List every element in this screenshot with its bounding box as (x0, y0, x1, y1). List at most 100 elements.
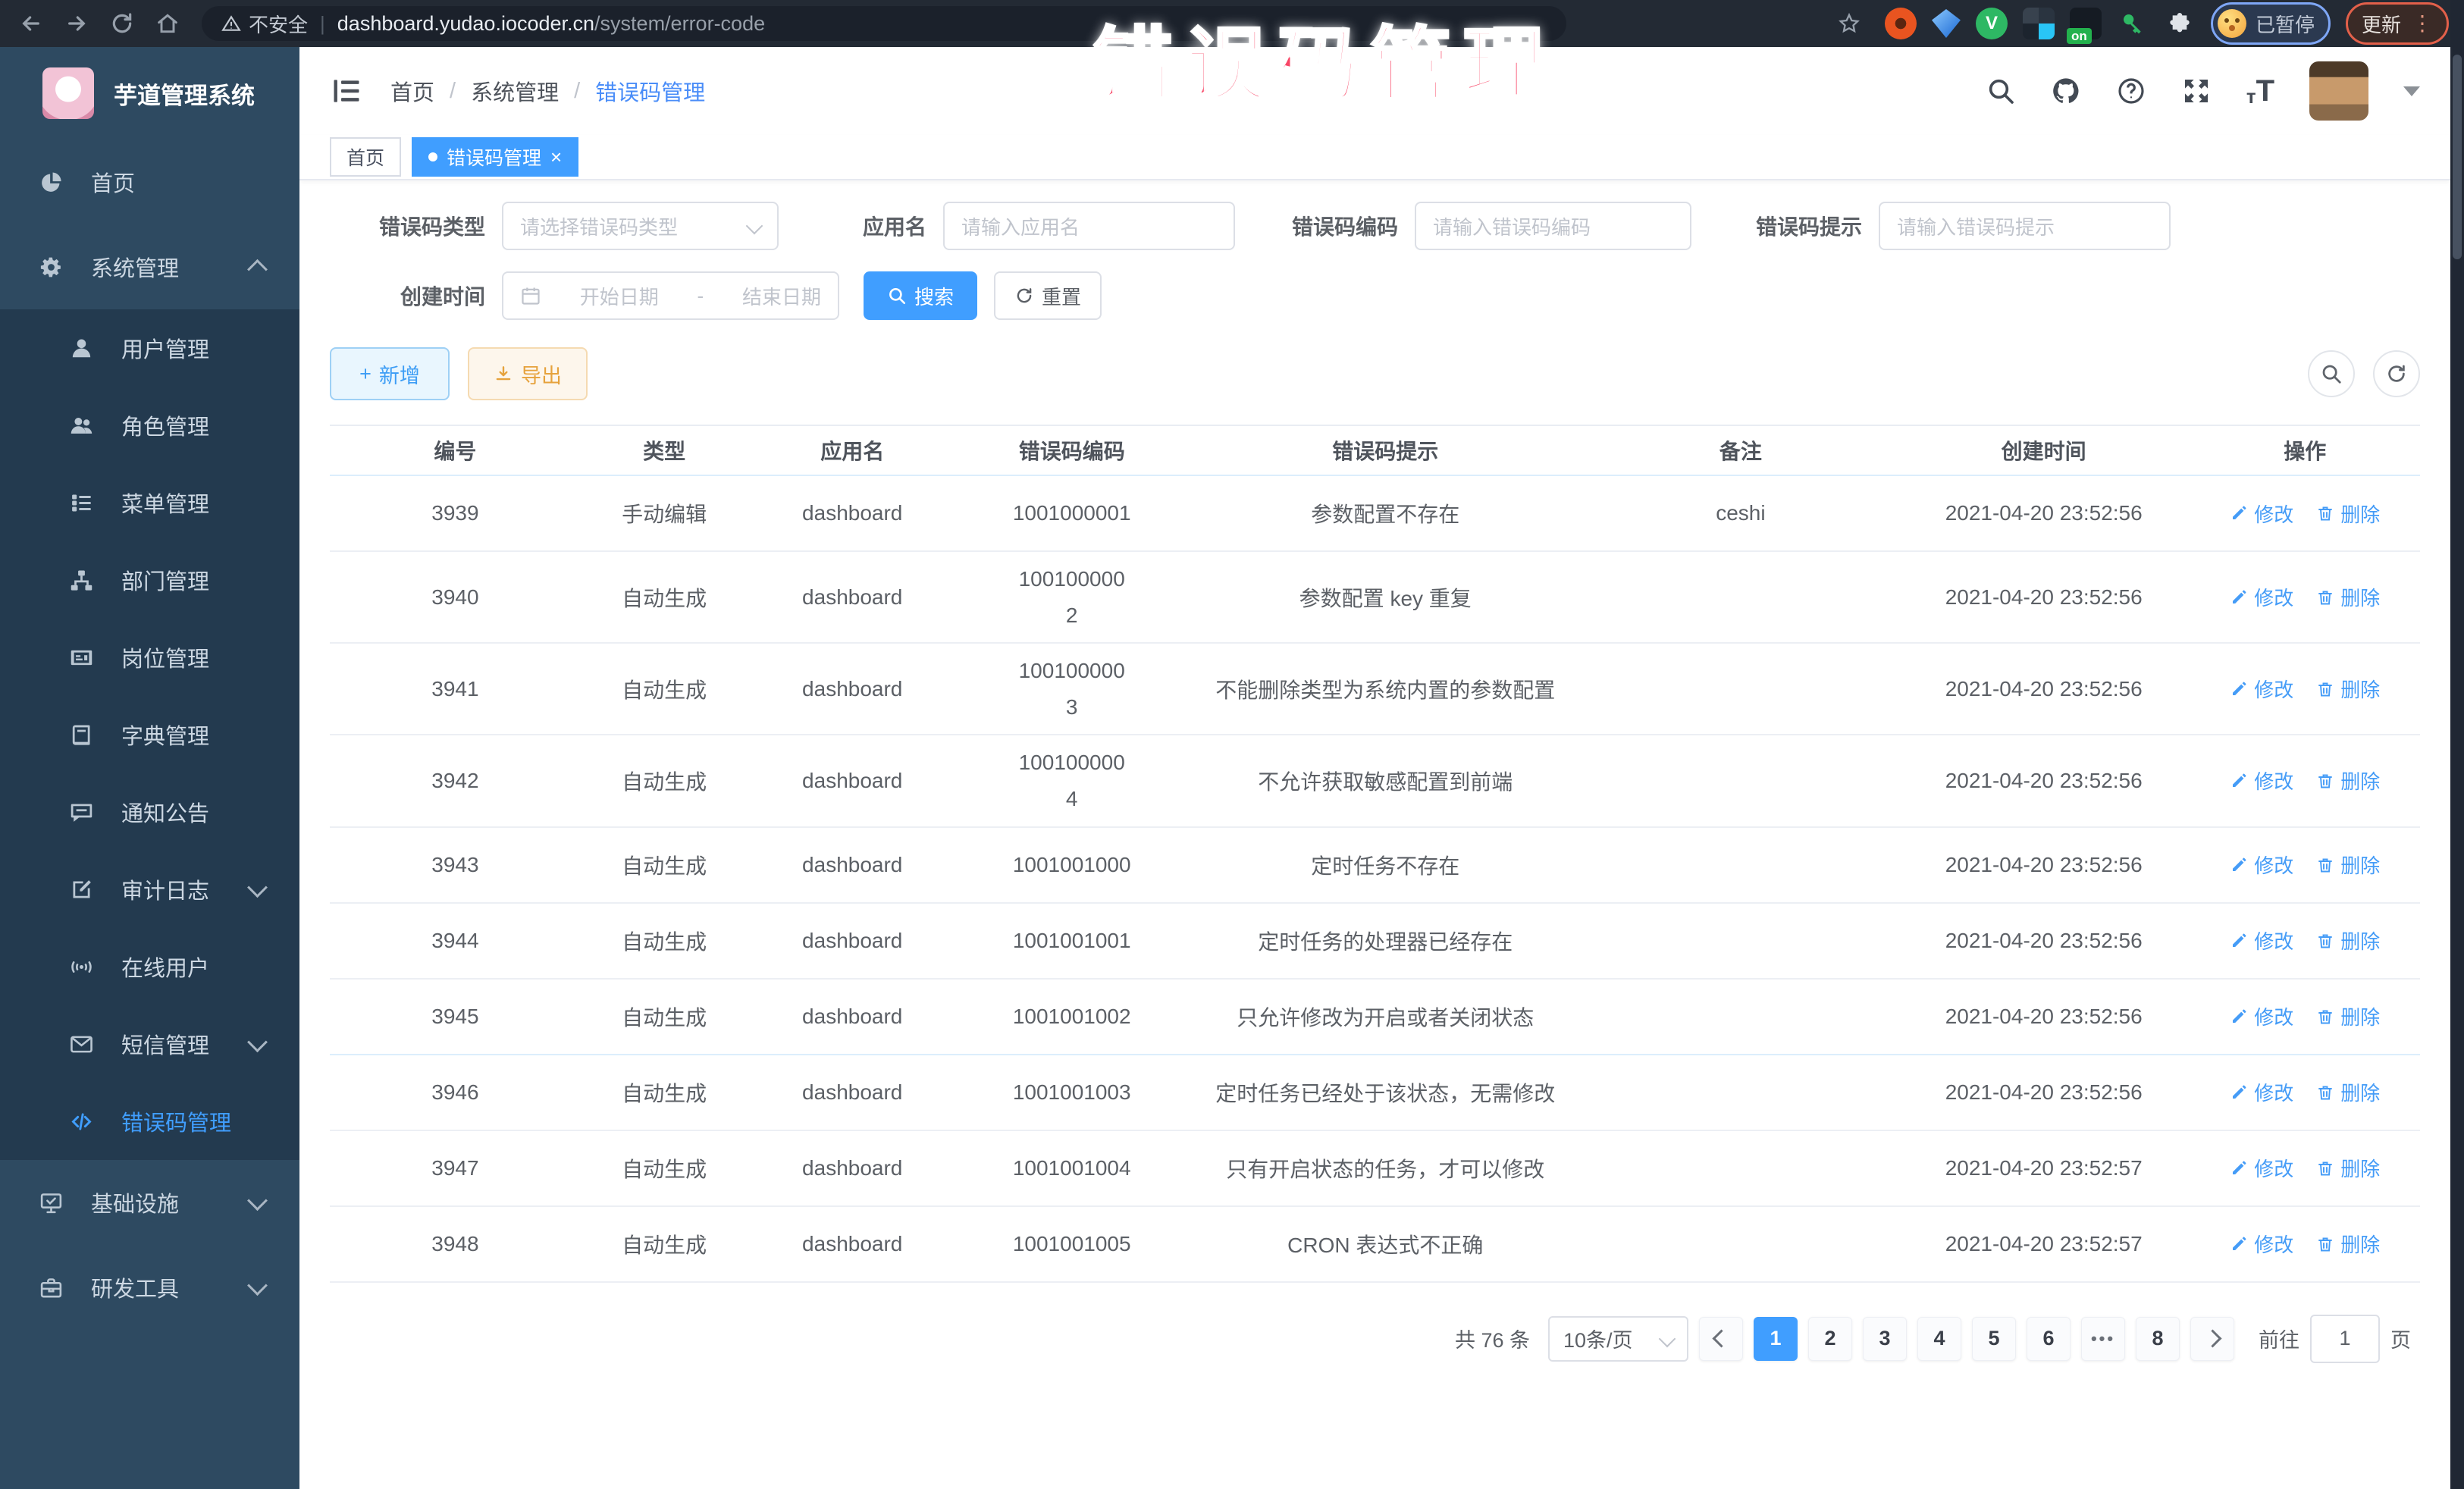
delete-link[interactable]: 删除 (2316, 1230, 2380, 1258)
sidebar-item-10[interactable]: 在线用户 (0, 928, 299, 1005)
delete-link[interactable]: 删除 (2316, 766, 2380, 795)
page-more-button[interactable]: ••• (2081, 1317, 2125, 1361)
tab-home[interactable]: 首页 (330, 137, 401, 177)
delete-link[interactable]: 删除 (2316, 851, 2380, 879)
sidebar-item-14[interactable]: 研发工具 (0, 1245, 299, 1330)
tab-error-code[interactable]: 错误码管理 × (412, 137, 578, 177)
security-warning[interactable]: 不安全 (221, 10, 308, 38)
extension-v-icon[interactable] (1976, 8, 2008, 39)
table-row[interactable]: 3941自动生成dashboard100100000 3不能删除类型为系统内置的… (330, 644, 2420, 735)
window-scrollbar[interactable] (2450, 0, 2464, 1489)
fullscreen-icon[interactable] (2181, 76, 2212, 106)
export-button[interactable]: 导出 (468, 347, 588, 400)
table-row[interactable]: 3948自动生成dashboard1001001005CRON 表达式不正确20… (330, 1207, 2420, 1283)
help-question-icon[interactable] (2116, 76, 2146, 106)
edit-link[interactable]: 修改 (2230, 1230, 2293, 1258)
sidebar-item-8[interactable]: 通知公告 (0, 773, 299, 851)
prev-page-button[interactable] (1699, 1317, 1743, 1361)
edit-link[interactable]: 修改 (2230, 583, 2293, 611)
delete-link[interactable]: 删除 (2316, 1154, 2380, 1182)
scrollbar-thumb[interactable] (2453, 55, 2462, 259)
sidebar-item-12[interactable]: 错误码管理 (0, 1083, 299, 1160)
delete-link[interactable]: 删除 (2316, 1078, 2380, 1106)
avatar-caret-down-icon[interactable] (2403, 86, 2420, 96)
table-row[interactable]: 3940自动生成dashboard100100000 2参数配置 key 重复2… (330, 552, 2420, 644)
sidebar-item-7[interactable]: 字典管理 (0, 696, 299, 773)
extensions-puzzle-icon[interactable] (2164, 8, 2196, 39)
table-row[interactable]: 3946自动生成dashboard1001001003定时任务已经处于该状态，无… (330, 1055, 2420, 1131)
app-name-input[interactable]: 请输入应用名 (943, 202, 1235, 250)
error-type-select[interactable]: 请选择错误码类型 (502, 202, 779, 250)
edit-link[interactable]: 修改 (2230, 766, 2293, 795)
browser-profile-button[interactable]: 已暂停 (2211, 2, 2331, 45)
table-row[interactable]: 3947自动生成dashboard1001001004只有开启状态的任务，才可以… (330, 1131, 2420, 1207)
delete-link[interactable]: 删除 (2316, 675, 2380, 703)
extension-switch-icon[interactable]: on (2070, 8, 2102, 39)
search-button[interactable]: 搜索 (864, 271, 977, 320)
browser-update-button[interactable]: 更新 ⋮ (2346, 2, 2449, 45)
edit-link[interactable]: 修改 (2230, 675, 2293, 703)
delete-link[interactable]: 删除 (2316, 1002, 2380, 1030)
edit-link[interactable]: 修改 (2230, 500, 2293, 528)
sidebar-item-0[interactable]: 首页 (0, 139, 299, 224)
browser-home-icon[interactable] (147, 3, 188, 44)
page-button-5[interactable]: 5 (1972, 1317, 2016, 1361)
page-button-1[interactable]: 1 (1754, 1317, 1798, 1361)
page-button-3[interactable]: 3 (1863, 1317, 1907, 1361)
breadcrumb-item-system[interactable]: 系统管理 (471, 75, 559, 107)
delete-link[interactable]: 删除 (2316, 583, 2380, 611)
sidebar-collapse-icon[interactable] (330, 74, 363, 108)
header-search-icon[interactable] (1986, 76, 2016, 106)
browser-menu-dots-icon[interactable]: ⋮ (2412, 18, 2433, 29)
page-button-4[interactable]: 4 (1917, 1317, 1961, 1361)
page-button-8[interactable]: 8 (2136, 1317, 2180, 1361)
page-button-6[interactable]: 6 (2027, 1317, 2071, 1361)
edit-link[interactable]: 修改 (2230, 851, 2293, 879)
sidebar-item-2[interactable]: 用户管理 (0, 309, 299, 387)
font-size-icon[interactable]: тT (2246, 76, 2274, 106)
page-size-select[interactable]: 10条/页 (1548, 1316, 1688, 1362)
edit-link[interactable]: 修改 (2230, 1154, 2293, 1182)
edit-link[interactable]: 修改 (2230, 926, 2293, 955)
error-code-input[interactable]: 请输入错误码编码 (1415, 202, 1691, 250)
sidebar-item-9[interactable]: 审计日志 (0, 851, 299, 928)
extension-grid-icon[interactable] (2023, 8, 2055, 39)
edit-link[interactable]: 修改 (2230, 1002, 2293, 1030)
table-row[interactable]: 3944自动生成dashboard1001001001定时任务的处理器已经存在2… (330, 904, 2420, 980)
sidebar-item-6[interactable]: 岗位管理 (0, 619, 299, 696)
jump-page-input[interactable]: 1 (2310, 1315, 2380, 1363)
extension-ubuntu-icon[interactable] (1885, 8, 1917, 39)
toggle-search-button[interactable] (2308, 350, 2355, 397)
sidebar-item-4[interactable]: 菜单管理 (0, 464, 299, 541)
delete-link[interactable]: 删除 (2316, 500, 2380, 528)
edit-link[interactable]: 修改 (2230, 1078, 2293, 1106)
sidebar-item-13[interactable]: 基础设施 (0, 1160, 299, 1245)
browser-back-icon[interactable] (11, 3, 52, 44)
sidebar-item-11[interactable]: 短信管理 (0, 1005, 299, 1083)
extension-gem-icon[interactable] (1932, 9, 1961, 38)
sidebar-item-5[interactable]: 部门管理 (0, 541, 299, 619)
refresh-table-button[interactable] (2373, 350, 2420, 397)
page-button-2[interactable]: 2 (1808, 1317, 1852, 1361)
table-row[interactable]: 3942自动生成dashboard100100000 4不允许获取敏感配置到前端… (330, 735, 2420, 827)
date-range-picker[interactable]: 开始日期 - 结束日期 (502, 271, 839, 320)
table-row[interactable]: 3939手动编辑dashboard1001000001参数配置不存在ceshi2… (330, 476, 2420, 552)
reset-button[interactable]: 重置 (994, 271, 1102, 320)
error-hint-input[interactable]: 请输入错误码提示 (1879, 202, 2171, 250)
browser-forward-icon[interactable] (56, 3, 97, 44)
next-page-button[interactable] (2190, 1317, 2234, 1361)
table-row[interactable]: 3945自动生成dashboard1001001002只允许修改为开启或者关闭状… (330, 980, 2420, 1055)
breadcrumb-item-home[interactable]: 首页 (390, 75, 434, 107)
add-button[interactable]: + 新增 (330, 347, 450, 400)
tab-close-icon[interactable]: × (550, 147, 562, 167)
browser-reload-icon[interactable] (102, 3, 143, 44)
sidebar-item-3[interactable]: 角色管理 (0, 387, 299, 464)
extension-key-icon[interactable] (2117, 8, 2149, 39)
sidebar-item-1[interactable]: 系统管理 (0, 224, 299, 309)
table-row[interactable]: 3943自动生成dashboard1001001000定时任务不存在2021-0… (330, 828, 2420, 904)
user-avatar[interactable] (2309, 61, 2368, 121)
sidebar-logo-row[interactable]: 芋道管理系统 (0, 47, 299, 139)
bookmark-star-icon[interactable] (1829, 3, 1870, 44)
delete-link[interactable]: 删除 (2316, 926, 2380, 955)
github-icon[interactable] (2051, 76, 2081, 106)
